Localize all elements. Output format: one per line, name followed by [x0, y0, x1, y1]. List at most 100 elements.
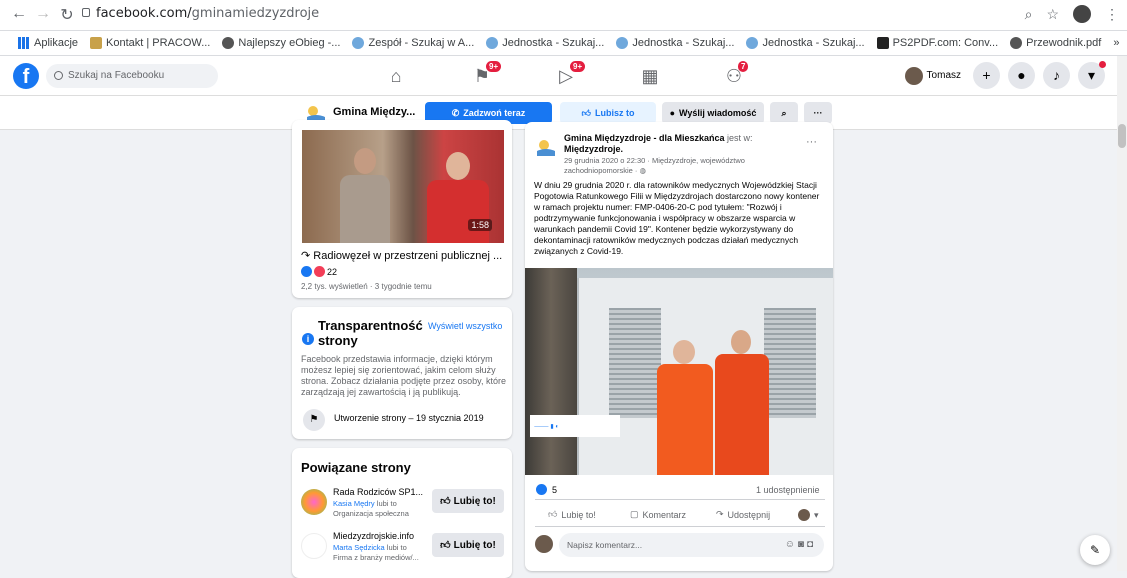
compose-icon: ✎ — [1089, 543, 1101, 557]
post-location[interactable]: Międzyzdroje. — [564, 144, 623, 154]
address-bar[interactable]: facebook.com/gminamiedzyzdroje — [96, 6, 319, 21]
search-input[interactable]: Szukaj na Facebooku — [46, 64, 218, 88]
phone-icon: ✆ — [451, 107, 460, 118]
page-category: Firma z branży mediów/... — [333, 553, 419, 562]
sticker-icon[interactable]: ◘ — [807, 539, 816, 550]
person-body — [340, 175, 390, 243]
share-count[interactable]: 1 udostępnienie — [756, 485, 820, 495]
share-button[interactable]: ↷ Udostępnij — [716, 509, 770, 520]
bookmark-ps2pdf[interactable]: PS2PDF.com: Conv... — [876, 37, 998, 49]
comment-button[interactable]: ▢ Komentarz — [630, 509, 686, 520]
video-title-text: Radiowęzeł w przestrzeni publicznej ... — [313, 250, 503, 262]
love-reaction-icon — [314, 266, 325, 277]
account-menu-button[interactable]: ▾ — [1078, 61, 1106, 89]
like-button[interactable]: 👍︎ Lubię to! — [548, 509, 596, 520]
tree-trunk — [525, 268, 577, 475]
related-page-info: Marta Sędzicka lubi to Firma z branży med… — [333, 543, 428, 563]
like-page-button[interactable]: 👍︎ Lubisz to — [560, 102, 656, 124]
like-page-button[interactable]: 👍︎ Lubię to! — [432, 533, 504, 557]
thumbs-up-icon: 👍︎ — [440, 496, 451, 507]
chevron-down-icon: ▾ — [814, 509, 819, 520]
nav-watch[interactable]: ▷ 9+ — [536, 56, 596, 96]
paramedic-figure — [715, 354, 769, 475]
create-button[interactable]: + — [973, 62, 1000, 89]
send-message-button[interactable]: ● Wyślij wiadomość — [662, 102, 764, 124]
profile-chip[interactable]: Tomasz — [904, 66, 961, 85]
forward-arrow-icon[interactable]: → — [32, 5, 54, 23]
show-all-link[interactable]: Wyświetl wszystko — [428, 321, 502, 331]
nav-home[interactable]: ⌂ — [366, 56, 426, 96]
nav-marketplace[interactable]: ▦ — [620, 56, 680, 96]
page-name[interactable]: Gmina Między... — [333, 106, 415, 118]
video-thumbnail[interactable]: 1:58 — [302, 130, 504, 243]
bookmark-eobieg[interactable]: Najlepszy eObieg -... — [222, 37, 340, 49]
page-thumbnail[interactable] — [301, 533, 327, 559]
messenger-icon: ● — [669, 108, 676, 118]
avatar — [798, 509, 810, 521]
share-icon: ↷ — [301, 250, 314, 262]
audience-selector[interactable]: ▾ — [798, 509, 819, 521]
globe-icon — [222, 37, 235, 49]
post-author[interactable]: Gmina Międzyzdroje - dla Mieszkańca — [564, 133, 725, 143]
video-title[interactable]: ↷ Radiowęzeł w przestrzeni publicznej ..… — [301, 249, 502, 262]
facebook-logo-icon[interactable]: f — [13, 63, 39, 89]
bell-icon: ♪ — [1053, 67, 1060, 83]
bookmarks-overflow[interactable]: » — [1113, 37, 1119, 49]
comment-label: Komentarz — [642, 509, 687, 520]
browser-profile-avatar[interactable] — [1073, 5, 1091, 23]
liker-suffix: lubi to — [384, 543, 407, 552]
camera-icon[interactable]: ◙ — [798, 539, 807, 550]
video-reactions[interactable]: 22 — [301, 266, 337, 277]
bookmark-label: Jednostka - Szukaj... — [632, 37, 735, 49]
list-item: Miedzyzdrojskie.info Marta Sędzicka lubi… — [301, 531, 506, 571]
page-search-button[interactable]: ⌕ — [770, 102, 798, 124]
post-photo[interactable]: ⸻ ▮ ◐ — [525, 268, 833, 475]
post-is-in: jest w: — [724, 133, 753, 143]
messenger-button[interactable]: ● — [1008, 62, 1035, 89]
liker-name[interactable]: Marta Sędzicka — [333, 543, 385, 552]
site-icon — [746, 37, 759, 49]
bookmark-jednostka-3[interactable]: Jednostka - Szukaj... — [746, 37, 865, 49]
page-more-button[interactable]: ··· — [804, 102, 832, 124]
post-header: Gmina Międzyzdroje - dla Mieszkańca jest… — [564, 133, 784, 155]
nav-pages[interactable]: ⚑ 9+ — [452, 56, 512, 96]
like-page-button[interactable]: 👍︎ Lubię to! — [432, 489, 504, 513]
bookmark-jednostka-1[interactable]: Jednostka - Szukaj... — [486, 37, 604, 49]
nav-groups[interactable]: ⚇ 7 — [704, 56, 764, 96]
bookmark-label: Aplikacje — [34, 37, 79, 49]
reload-icon[interactable]: ↻ — [56, 5, 78, 25]
bookmark-kontakt[interactable]: Kontakt | PRACOW... — [90, 37, 210, 49]
page-category: Organizacja społeczna — [333, 509, 409, 518]
zoom-icon[interactable]: ⌕ — [1025, 6, 1033, 23]
site-icon — [616, 37, 629, 49]
new-message-button[interactable]: ✎ — [1080, 535, 1110, 565]
more-icon: ··· — [813, 108, 823, 118]
alert-dot — [1099, 61, 1106, 68]
store-icon: ▦ — [641, 65, 659, 86]
back-arrow-icon[interactable]: ← — [8, 5, 30, 23]
notifications-button[interactable]: ♪ — [1043, 62, 1070, 89]
bookmark-zespol[interactable]: Zespół - Szukaj w A... — [352, 37, 474, 49]
bookmark-apps[interactable]: Aplikacje — [18, 37, 78, 49]
related-page-info: Kasia Mędry lubi to Organizacja społeczna — [333, 499, 428, 519]
related-page-name[interactable]: Rada Rodziców SP1... — [333, 487, 423, 497]
scroll-thumb[interactable] — [1118, 124, 1126, 148]
post-reactions[interactable]: 5 — [536, 484, 557, 495]
site-icon — [352, 37, 365, 49]
bookmark-przewodnik[interactable]: Przewodnik.pdf — [1010, 37, 1101, 49]
star-icon[interactable]: ☆ — [1046, 6, 1059, 23]
page-logo-icon[interactable] — [535, 136, 557, 158]
liker-name[interactable]: Kasia Mędry — [333, 499, 375, 508]
related-page-name[interactable]: Miedzyzdrojskie.info — [333, 531, 414, 541]
like-button-label: Lubię to! — [453, 539, 496, 551]
divider — [535, 499, 825, 500]
kebab-menu-icon[interactable]: ⋮ — [1105, 6, 1119, 23]
emoji-icon[interactable]: ☺ — [785, 539, 798, 550]
comment-input[interactable]: Napisz komentarz... ☺◙◘ — [559, 533, 824, 557]
page-scrollbar[interactable] — [1117, 56, 1127, 571]
page-thumbnail[interactable] — [301, 489, 327, 515]
share-label: Udostępnij — [727, 509, 771, 520]
post-more-button[interactable]: ··· — [806, 136, 817, 148]
post-date[interactable]: 29 grudnia 2020 o 22:30 · Międzyzdroje, … — [564, 156, 764, 176]
bookmark-jednostka-2[interactable]: Jednostka - Szukaj... — [616, 37, 734, 49]
